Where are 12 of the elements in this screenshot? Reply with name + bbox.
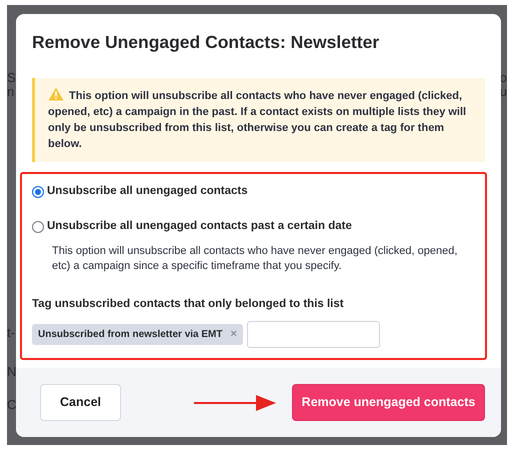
- radio-option[interactable]: Unsubscribe all unengaged contacts past a certain date: [32, 218, 475, 236]
- radio-option[interactable]: Unsubscribe all unengaged contacts: [32, 183, 475, 200]
- field-label: Tag unsubscribed contacts that only belonged to this list: [32, 296, 345, 312]
- arrow-icon: [194, 394, 276, 410]
- modal-title: Remove Unengaged Contacts: Newsletter: [32, 32, 380, 53]
- tag-label: Unsubscribed from newsletter via EMT: [38, 328, 222, 342]
- tag-input-field[interactable]: [246, 320, 380, 348]
- warning-icon: [48, 87, 64, 101]
- warning-alert: This option will unsubscribe all contacts who have never engaged (clicked, opened, etc) a campaign in the past. If a contact exists on multiple lists they will only be unsubscribed from this list, otherwise you can create a tag for them below.: [32, 78, 485, 162]
- remove-button[interactable]: Remove unengaged contacts: [292, 384, 485, 421]
- cancel-button[interactable]: Cancel: [40, 384, 121, 421]
- option-description: This option will unsubscribe all contacts who have never engaged (clicked, opened, etc) a campaign since a specific timeframe that you specify.: [52, 244, 458, 274]
